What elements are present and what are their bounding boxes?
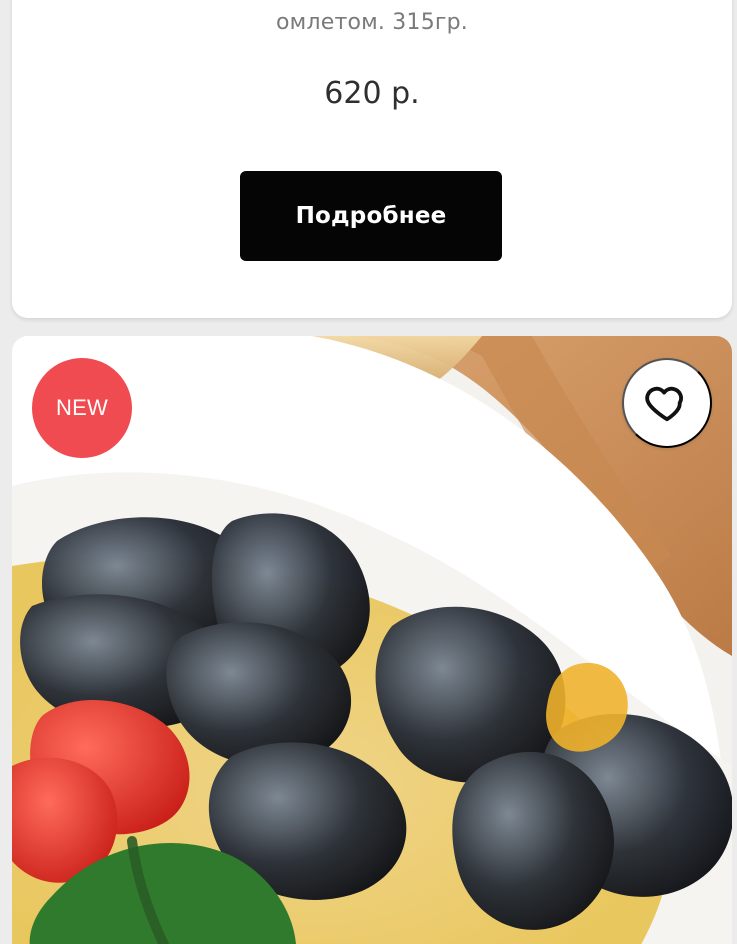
menu-item-description: омлетом. 315гр. <box>275 10 469 35</box>
heart-icon <box>644 379 690 428</box>
menu-page: омлетом. 315гр. 620 р. Подробнее NEW <box>0 0 737 944</box>
menu-card-top: омлетом. 315гр. 620 р. Подробнее <box>12 0 732 318</box>
new-badge: NEW <box>32 358 132 458</box>
menu-item-price: 620 р. <box>324 76 420 111</box>
favorite-button[interactable] <box>622 358 712 448</box>
menu-card-bottom[interactable]: NEW <box>12 336 732 944</box>
details-button[interactable]: Подробнее <box>240 171 502 261</box>
